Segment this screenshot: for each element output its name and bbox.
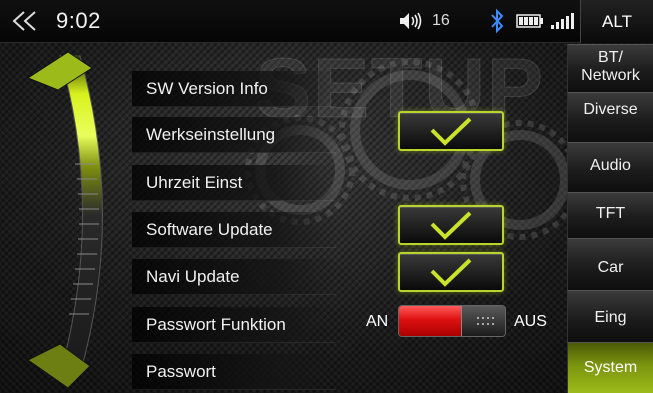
volume-level: 16 [432, 12, 450, 29]
navi-update-confirm-button[interactable] [398, 252, 504, 292]
grip-icon [476, 317, 494, 325]
volume-icon [400, 12, 422, 30]
menu-item-passwort-funktion[interactable]: Passwort Funktion [132, 307, 336, 343]
checkmark-icon [430, 258, 472, 287]
password-function-toggle[interactable] [398, 305, 506, 337]
menu-item-navi-update[interactable]: Navi Update [132, 259, 336, 295]
bluetooth-icon [491, 8, 504, 34]
menu-item-passwort[interactable]: Passwort [132, 354, 336, 390]
clock: 9:02 [56, 8, 101, 33]
tab-system[interactable]: System [567, 342, 653, 393]
signal-icon [551, 13, 574, 29]
back-icon[interactable] [10, 10, 40, 32]
toggle-off-label: AUS [514, 313, 547, 330]
menu-item-werkseinstellung[interactable]: Werkseinstellung [132, 117, 336, 153]
toggle-on-label: AN [366, 313, 389, 330]
tab-audio[interactable]: Audio [567, 142, 653, 192]
checkmark-icon [430, 211, 472, 240]
tab-car[interactable]: Car [567, 238, 653, 290]
menu-item-uhrzeit-einst[interactable]: Uhrzeit Einst [132, 165, 336, 201]
setup-screen: SETUP 9:02 16 ALT SW Version Info Werkse… [0, 0, 653, 393]
werkseinstellung-confirm-button[interactable] [398, 111, 504, 151]
tab-bt-network[interactable]: BT/ Network [567, 44, 653, 92]
menu-item-software-update[interactable]: Software Update [132, 212, 336, 248]
arc-scroll-slider[interactable] [0, 44, 130, 393]
tab-diverse[interactable]: Diverse [567, 92, 653, 142]
toggle-track-on [399, 306, 461, 336]
toggle-knob[interactable] [461, 306, 505, 336]
menu-item-sw-version-info[interactable]: SW Version Info [132, 71, 336, 107]
alt-button[interactable]: ALT [580, 0, 653, 43]
checkmark-icon [430, 117, 472, 146]
status-bar: 9:02 16 ALT [0, 0, 653, 43]
battery-icon [516, 14, 543, 28]
software-update-confirm-button[interactable] [398, 205, 504, 245]
tab-tft[interactable]: TFT [567, 192, 653, 238]
tab-eing[interactable]: Eing [567, 290, 653, 342]
